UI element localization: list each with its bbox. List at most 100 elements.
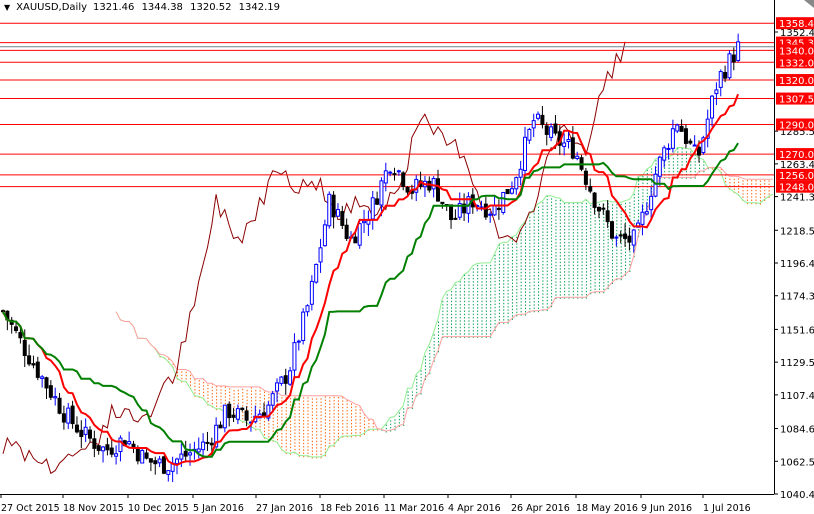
cloud-dot (590, 244, 592, 246)
candle-body (40, 376, 45, 379)
cloud-dot (572, 225, 574, 228)
cloud-dot (446, 333, 448, 335)
cloud-dot (459, 297, 461, 299)
cloud-dot (503, 302, 505, 305)
cloud-dot (529, 304, 531, 307)
cloud-dot (616, 216, 618, 219)
open-value: 1321.46 (93, 2, 135, 13)
dropdown-triangle-icon[interactable]: ▼ (4, 3, 10, 12)
candle-body (18, 332, 23, 339)
cloud-dot (394, 422, 396, 424)
cloud-dot (490, 310, 492, 312)
cloud-dot (494, 264, 496, 266)
cloud-dot (477, 281, 479, 283)
cloud-dot (594, 259, 596, 261)
cloud-dot (446, 313, 448, 316)
cloud-dot (281, 445, 283, 448)
cloud-dot (507, 296, 509, 298)
candle-body (405, 186, 410, 193)
cloud-dot (281, 432, 283, 435)
cloud-dot (577, 215, 579, 218)
cloud-dot (285, 442, 287, 445)
cloud-dot (533, 245, 535, 248)
cloud-dot (311, 424, 313, 426)
cloud-dot (311, 414, 313, 417)
time-tick-label: 18 Nov 2015 (63, 503, 124, 514)
cloud-dot (294, 432, 296, 434)
cloud-dot (598, 282, 600, 284)
cloud-dot (564, 254, 566, 257)
cloud-dot (616, 233, 618, 235)
cloud-dot (581, 222, 583, 224)
cloud-dot (459, 326, 461, 329)
cloud-dot (494, 261, 496, 263)
cloud-dot (438, 324, 439, 327)
cloud-dot (638, 199, 640, 202)
candle-body (492, 204, 497, 216)
cloud-dot (442, 320, 444, 322)
cloud-dot (590, 211, 592, 213)
cloud-dot (525, 304, 526, 306)
cloud-dot (685, 154, 687, 156)
cloud-dot (337, 423, 339, 425)
cloud-dot (581, 284, 583, 286)
cloud-dot (451, 323, 453, 325)
cloud-dot (581, 238, 583, 241)
cloud-dot (403, 411, 405, 413)
cloud-dot (594, 285, 596, 287)
cloud-dot (525, 297, 526, 300)
cloud-dot (507, 299, 509, 302)
cloud-dot (311, 434, 313, 436)
cloud-dot (764, 196, 766, 198)
cloud-dot (477, 313, 479, 316)
candle-body (631, 229, 636, 246)
cloud-dot (481, 281, 483, 283)
cloud-dot (355, 425, 357, 428)
cloud-dot (568, 232, 570, 234)
cloud-dot (237, 389, 239, 392)
cloud-dot (590, 204, 592, 207)
cloud-dot (342, 406, 344, 409)
cloud-dot (411, 394, 413, 397)
cloud-dot (259, 393, 261, 395)
cloud-dot (551, 299, 553, 301)
cloud-dot (438, 331, 439, 333)
cloud-dot (555, 294, 557, 296)
candle-body (183, 450, 188, 457)
cloud-dot (468, 290, 470, 293)
cloud-dot (329, 406, 331, 409)
cloud-dot (294, 425, 296, 428)
cloud-dot (355, 432, 357, 434)
cloud-dot (603, 259, 605, 261)
cloud-dot (607, 229, 609, 231)
cloud-dot (590, 263, 592, 265)
cloud-dot (529, 301, 531, 303)
cloud-dot (468, 317, 470, 319)
level-label: 1320.00 (779, 76, 814, 87)
cloud-dot (612, 210, 613, 213)
cloud-dot (620, 210, 622, 212)
cloud-dot (577, 209, 579, 211)
cloud-dot (581, 280, 583, 283)
candle-body (570, 137, 575, 159)
cloud-dot (538, 216, 540, 218)
cloud-dot (559, 199, 561, 202)
cloud-dot (424, 368, 426, 371)
cloud-dot (472, 284, 474, 286)
cloud-dot (629, 208, 631, 211)
candle-body (375, 198, 380, 205)
cloud-dot (568, 261, 570, 263)
cloud-dot (507, 319, 509, 321)
price-chart[interactable]: 1352.451285.501263.401241.301218.551196.… (0, 0, 814, 514)
cloud-dot (620, 246, 622, 248)
cloud-dot (538, 255, 540, 257)
cloud-dot (629, 215, 631, 217)
cloud-dot (316, 440, 318, 443)
cloud-dot (420, 380, 422, 382)
cloud-dot (642, 182, 644, 184)
cloud-dot (585, 248, 587, 250)
cloud-dot (320, 401, 322, 403)
cloud-dot (503, 309, 505, 311)
cloud-dot (298, 452, 300, 454)
candle-body (48, 385, 53, 398)
